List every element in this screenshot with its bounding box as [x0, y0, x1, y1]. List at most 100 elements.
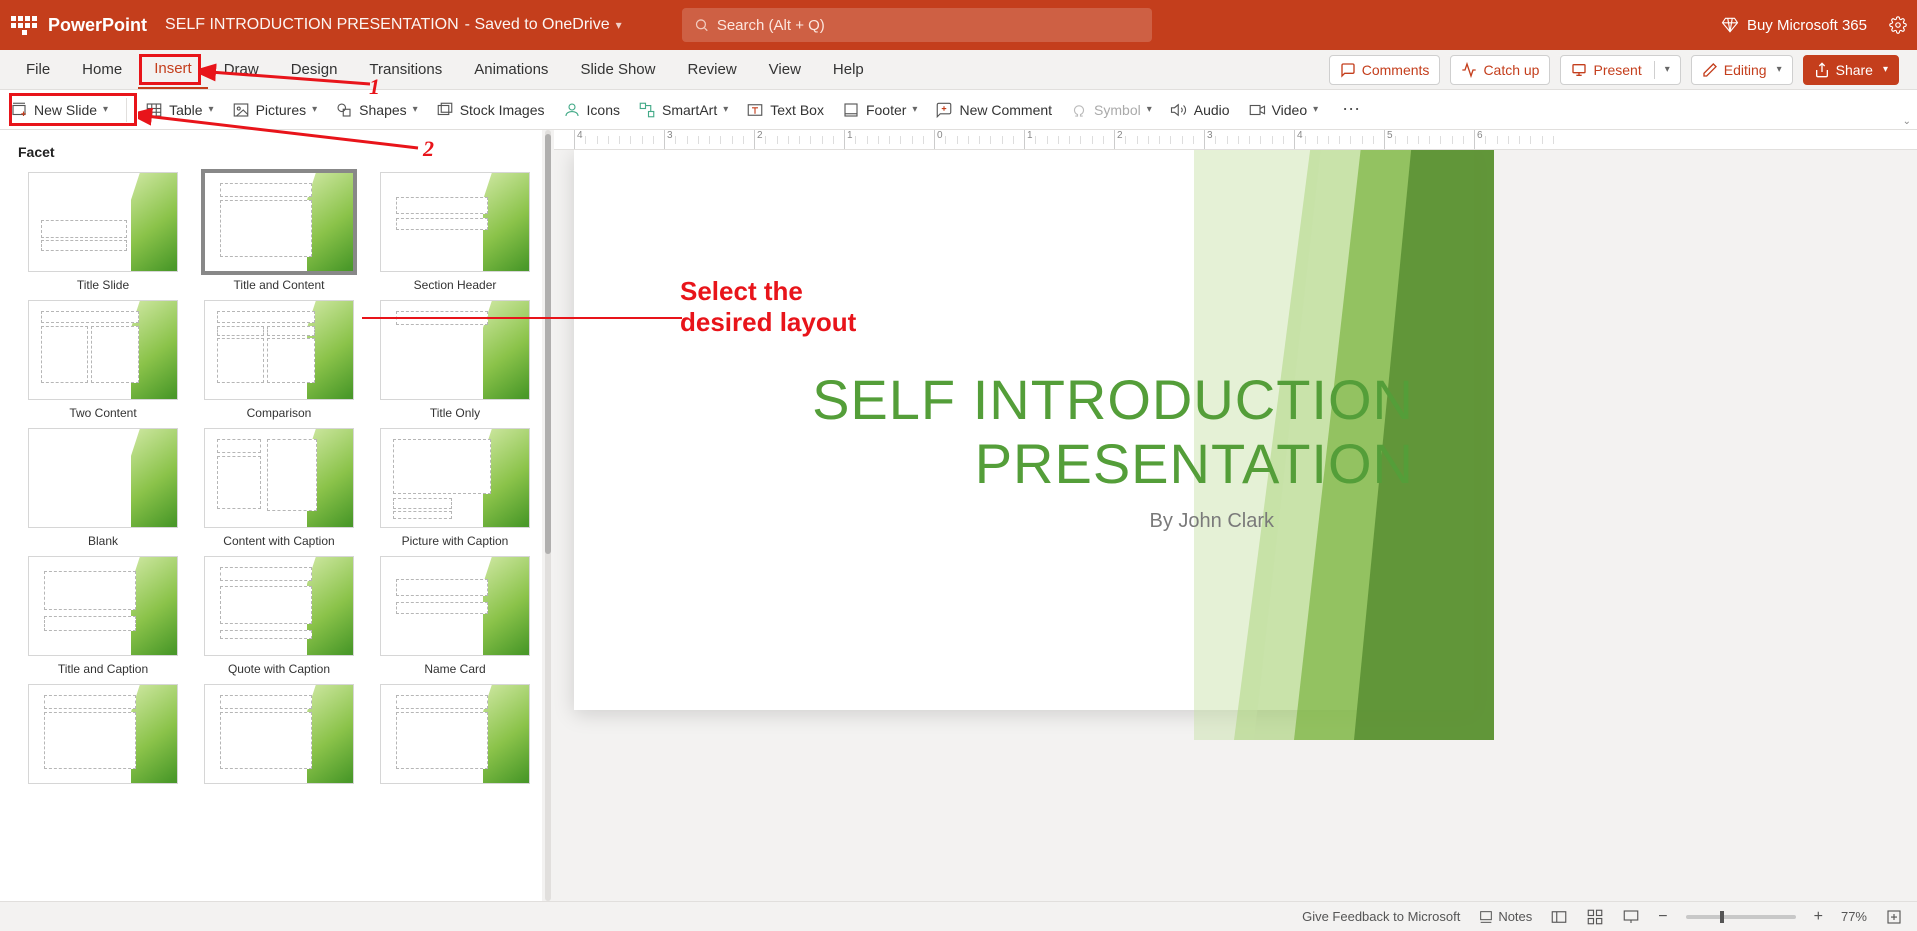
stock-images-label: Stock Images [460, 102, 545, 118]
symbol-icon [1070, 101, 1088, 119]
new-comment-button[interactable]: New Comment [935, 101, 1052, 119]
layout-option[interactable]: Blank [18, 428, 188, 550]
video-button[interactable]: Video ▾ [1248, 101, 1319, 119]
smartart-label: SmartArt [662, 102, 717, 118]
footer-label: Footer [866, 102, 906, 118]
present-split[interactable]: ▾ [1654, 61, 1670, 79]
tab-draw[interactable]: Draw [208, 50, 275, 89]
chevron-down-icon: ▾ [723, 104, 728, 115]
annotation-select-l1: Select the [680, 276, 856, 307]
table-button[interactable]: Table ▾ [145, 101, 214, 119]
editing-mode-button[interactable]: Editing ▾ [1691, 55, 1793, 85]
layout-option[interactable]: Title and Caption [18, 556, 188, 678]
textbox-icon [746, 101, 764, 119]
layout-option[interactable]: Section Header [370, 172, 540, 294]
layout-option[interactable]: Title and Content [194, 172, 364, 294]
text-box-button[interactable]: Text Box [746, 101, 824, 119]
layout-option[interactable] [370, 684, 540, 806]
new-slide-label: New Slide [34, 102, 97, 118]
divider [126, 98, 127, 122]
notes-label: Notes [1498, 909, 1532, 924]
layout-option[interactable] [194, 684, 364, 806]
layout-option[interactable]: Comparison [194, 300, 364, 422]
fit-to-window-icon[interactable] [1885, 908, 1903, 926]
new-slide-button[interactable]: New Slide ▾ [10, 101, 108, 119]
zoom-in-button[interactable]: + [1814, 908, 1823, 926]
new-slide-icon [10, 101, 28, 119]
layout-option[interactable]: Content with Caption [194, 428, 364, 550]
zoom-slider[interactable] [1686, 915, 1796, 919]
shapes-label: Shapes [359, 102, 406, 118]
tab-home[interactable]: Home [66, 50, 138, 89]
slide[interactable]: SELF INTRODUCTION PRESENTATION By John C… [574, 150, 1474, 710]
zoom-out-button[interactable]: − [1658, 908, 1667, 926]
layout-option[interactable]: Picture with Caption [370, 428, 540, 550]
catchup-button[interactable]: Catch up [1450, 55, 1550, 85]
footer-button[interactable]: Footer ▾ [842, 101, 918, 119]
present-label: Present [1593, 62, 1641, 78]
tab-insert[interactable]: Insert [138, 50, 208, 89]
footer-icon [842, 101, 860, 119]
view-sorter-icon[interactable] [1586, 908, 1604, 926]
gear-icon[interactable] [1889, 16, 1907, 34]
gallery-scrollbar[interactable] [542, 130, 554, 901]
shapes-button[interactable]: Shapes ▾ [335, 101, 418, 119]
ribbon-overflow[interactable]: ⋯ [1342, 99, 1362, 120]
icons-button[interactable]: Icons [563, 101, 620, 119]
chevron-down-icon: ▾ [1777, 64, 1782, 75]
comments-button[interactable]: Comments [1329, 55, 1441, 85]
new-comment-label: New Comment [959, 102, 1052, 118]
layout-option[interactable]: Two Content [18, 300, 188, 422]
view-normal-icon[interactable] [1550, 908, 1568, 926]
icons-icon [563, 101, 581, 119]
ribbon-tabs: File Home Insert Draw Design Transitions… [0, 50, 1917, 90]
layout-option[interactable]: Title Only [370, 300, 540, 422]
status-bar: Give Feedback to Microsoft Notes − + 77% [0, 901, 1917, 931]
main-area: Facet Title SlideTitle and ContentSectio… [0, 130, 1917, 901]
editing-label: Editing [1724, 62, 1767, 78]
layout-option[interactable] [18, 684, 188, 806]
layout-label: Title and Content [234, 278, 325, 294]
tab-help[interactable]: Help [817, 50, 880, 89]
audio-button[interactable]: Audio [1170, 101, 1230, 119]
layout-option[interactable]: Quote with Caption [194, 556, 364, 678]
diamond-icon [1721, 16, 1739, 34]
present-button[interactable]: Present ▾ [1560, 55, 1680, 85]
layout-grid: Title SlideTitle and ContentSection Head… [18, 172, 532, 806]
tab-view[interactable]: View [753, 50, 817, 89]
layout-option[interactable]: Name Card [370, 556, 540, 678]
pictures-button[interactable]: Pictures ▾ [232, 101, 318, 119]
tab-slideshow[interactable]: Slide Show [564, 50, 671, 89]
layout-label: Comparison [247, 406, 312, 422]
slide-title[interactable]: SELF INTRODUCTION PRESENTATION [669, 368, 1414, 497]
comments-label: Comments [1362, 62, 1430, 78]
document-title[interactable]: SELF INTRODUCTION PRESENTATION - Saved t… [165, 16, 622, 34]
chevron-down-icon: ▾ [1313, 104, 1318, 115]
layout-label: Name Card [424, 662, 485, 678]
tab-design[interactable]: Design [275, 50, 354, 89]
annotation-step-2: 2 [423, 136, 434, 162]
view-reading-icon[interactable] [1622, 908, 1640, 926]
zoom-level[interactable]: 77% [1841, 909, 1867, 924]
layout-option[interactable]: Title Slide [18, 172, 188, 294]
symbol-button: Symbol ▾ [1070, 101, 1152, 119]
buy-microsoft-365[interactable]: Buy Microsoft 365 [1721, 16, 1867, 34]
tab-animations[interactable]: Animations [458, 50, 564, 89]
layout-label: Two Content [69, 406, 136, 422]
layout-label: Quote with Caption [228, 662, 330, 678]
share-button[interactable]: Share ▾ [1803, 55, 1899, 85]
tab-file[interactable]: File [10, 50, 66, 89]
audio-icon [1170, 101, 1188, 119]
buy-label: Buy Microsoft 365 [1747, 17, 1867, 34]
feedback-link[interactable]: Give Feedback to Microsoft [1302, 909, 1460, 924]
slide-subtitle[interactable]: By John Clark [1150, 510, 1275, 533]
notes-button[interactable]: Notes [1478, 909, 1532, 925]
app-launcher-icon[interactable] [10, 11, 38, 39]
smartart-button[interactable]: SmartArt ▾ [638, 101, 728, 119]
stock-images-button[interactable]: Stock Images [436, 101, 545, 119]
collapse-ribbon-icon[interactable]: ⌄ [1903, 116, 1911, 127]
tab-review[interactable]: Review [671, 50, 752, 89]
search-box[interactable] [682, 8, 1152, 42]
search-input[interactable] [717, 17, 1140, 34]
slide-stage[interactable]: SELF INTRODUCTION PRESENTATION By John C… [554, 150, 1917, 901]
